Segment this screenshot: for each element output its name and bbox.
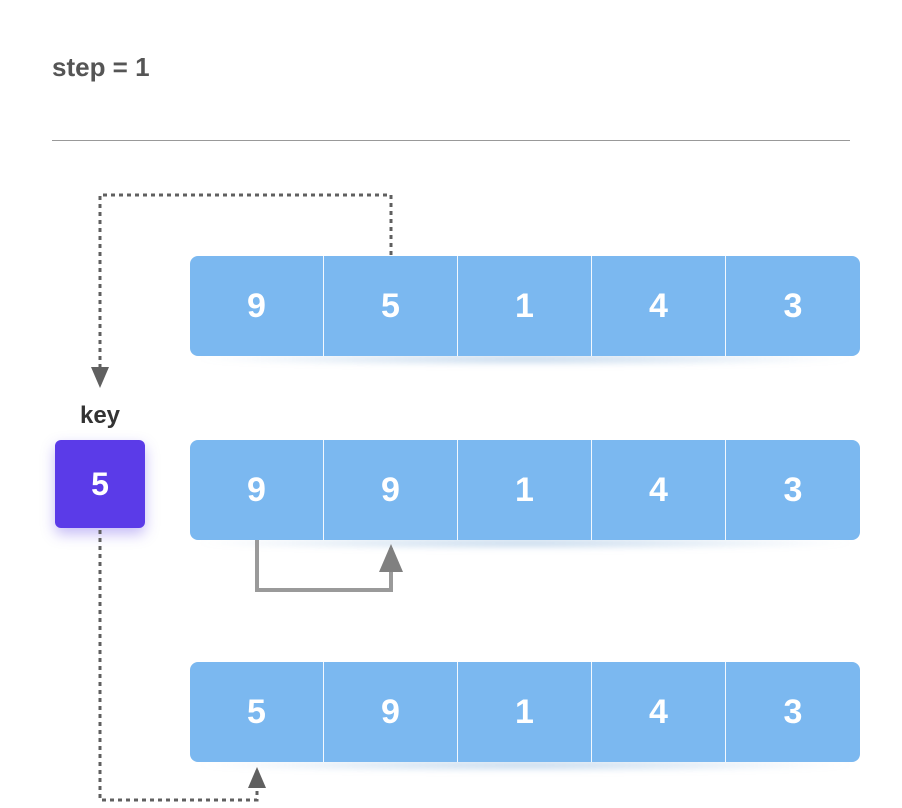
array-cell: 4 xyxy=(592,440,726,540)
array-cell: 4 xyxy=(592,662,726,762)
array-row-1: 9 5 1 4 3 xyxy=(190,256,860,356)
array-cell: 5 xyxy=(324,256,458,356)
divider-line xyxy=(52,140,850,141)
array-cell: 3 xyxy=(726,662,860,762)
array-cell: 9 xyxy=(324,662,458,762)
array-cell: 5 xyxy=(190,662,324,762)
array-cell: 1 xyxy=(458,256,592,356)
array-cell: 3 xyxy=(726,256,860,356)
array-cell: 9 xyxy=(190,256,324,356)
arrow-shift-right xyxy=(257,540,391,590)
array-cell: 9 xyxy=(190,440,324,540)
array-row-3: 5 9 1 4 3 xyxy=(190,662,860,762)
key-box: 5 xyxy=(55,440,145,528)
key-label: key xyxy=(55,402,145,430)
array-cell: 3 xyxy=(726,440,860,540)
step-label: step = 1 xyxy=(52,52,150,83)
array-cell: 9 xyxy=(324,440,458,540)
array-cell: 1 xyxy=(458,662,592,762)
array-cell: 4 xyxy=(592,256,726,356)
array-cell: 1 xyxy=(458,440,592,540)
array-row-2: 9 9 1 4 3 xyxy=(190,440,860,540)
